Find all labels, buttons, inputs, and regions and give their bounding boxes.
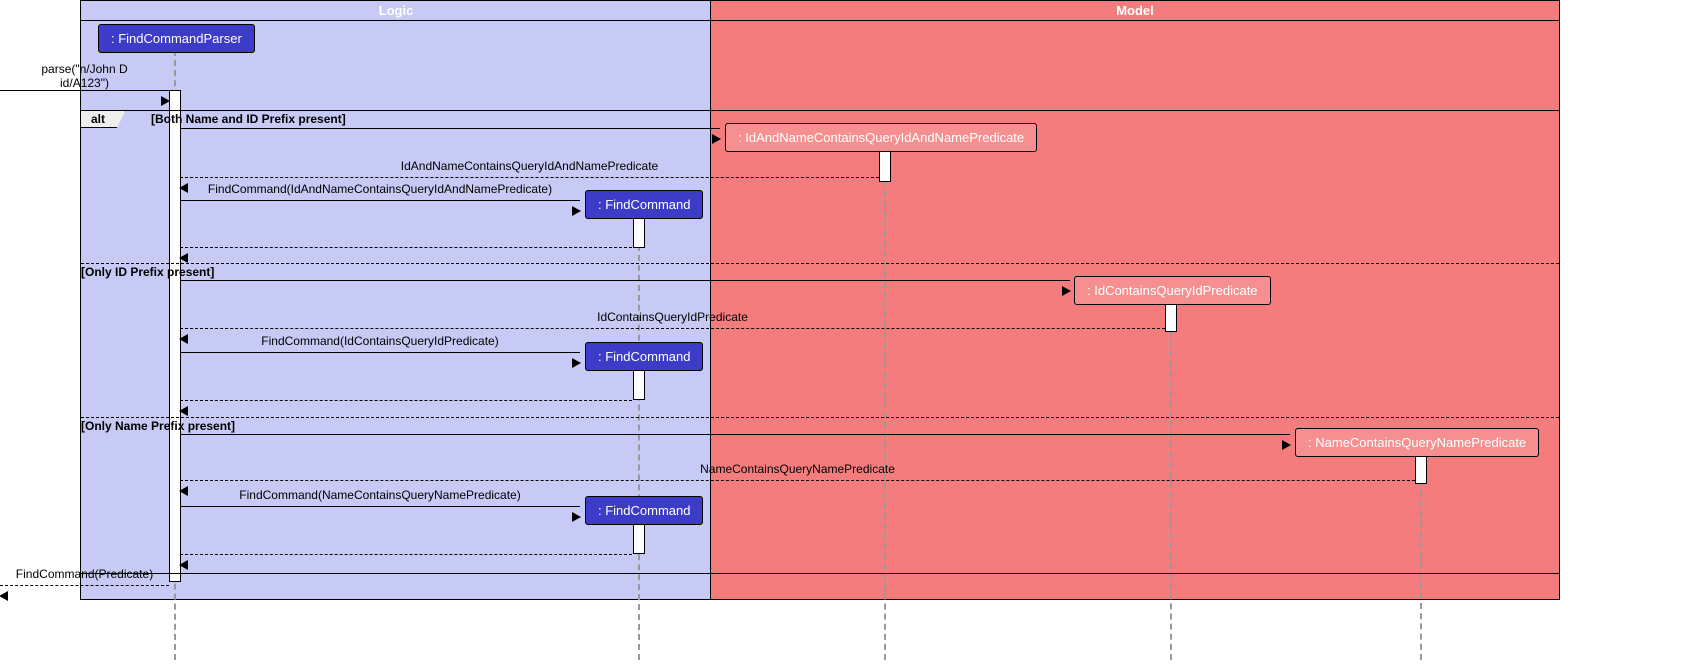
findcmd-activation-3 [633, 522, 645, 554]
alt-divider-1 [81, 263, 1559, 264]
alt-guard-1: [Both Name and ID Prefix present] [151, 112, 346, 126]
findcmd-participant-1: : FindCommand [585, 190, 703, 219]
msg-parse-in: parse("n/John D id/A123") [0, 80, 169, 81]
findcmd-activation-1 [633, 216, 645, 248]
name-pred-participant: : NameContainsQueryNamePredicate [1295, 428, 1539, 457]
msg-create-findcmd-3: FindCommand(NameContainsQueryNamePredica… [180, 496, 580, 497]
msg-create-findcmd-2: FindCommand(IdContainsQueryIdPredicate) [180, 342, 580, 343]
id-pred-activation [1165, 302, 1177, 332]
msg-create-idname-pred [180, 118, 720, 119]
msg-return-name-pred: NameContainsQueryNamePredicate [180, 470, 1415, 471]
alt-divider-2 [81, 417, 1559, 418]
alt-tab: alt [80, 110, 126, 128]
msg-return-id-pred: IdContainsQueryIdPredicate [180, 318, 1165, 319]
msg-create-id-pred [180, 270, 1070, 271]
msg-create-findcmd-1: FindCommand(IdAndNameContainsQueryIdAndN… [180, 190, 580, 191]
msg-create-findcmd-2-label: FindCommand(IdContainsQueryIdPredicate) [257, 334, 502, 348]
msg-create-name-pred [180, 424, 1290, 425]
id-pred-participant: : IdContainsQueryIdPredicate [1074, 276, 1271, 305]
logic-region-header: Logic [81, 1, 711, 21]
msg-return-idname-pred-label: IdAndNameContainsQueryIdAndNamePredicate [397, 159, 662, 173]
findcmd-activation-2 [633, 368, 645, 400]
findcmd-participant-3: : FindCommand [585, 496, 703, 525]
msg-return-findcmd-1 [180, 237, 632, 238]
msg-return-name-pred-label: NameContainsQueryNamePredicate [696, 462, 899, 476]
msg-return-idname-pred: IdAndNameContainsQueryIdAndNamePredicate [180, 167, 879, 168]
msg-return-findcmd-3 [180, 544, 632, 545]
idname-pred-participant: : IdAndNameContainsQueryIdAndNamePredica… [725, 123, 1037, 152]
alt-guard-2: [Only ID Prefix present] [81, 265, 214, 279]
msg-final-return-label: FindCommand(Predicate) [12, 567, 157, 581]
parser-participant: : FindCommandParser [98, 24, 255, 53]
findcmd-participant-2: : FindCommand [585, 342, 703, 371]
name-pred-activation [1415, 454, 1427, 484]
model-region-header: Model [711, 1, 1559, 21]
idname-pred-activation [879, 150, 891, 182]
msg-return-findcmd-2 [180, 390, 632, 391]
msg-parse-in-label: parse("n/John D id/A123") [37, 62, 131, 90]
msg-return-id-pred-label: IdContainsQueryIdPredicate [593, 310, 752, 324]
msg-create-findcmd-3-label: FindCommand(NameContainsQueryNamePredica… [235, 488, 524, 502]
alt-guard-3: [Only Name Prefix present] [81, 419, 235, 433]
msg-final-return: FindCommand(Predicate) [0, 575, 169, 576]
msg-create-findcmd-1-label: FindCommand(IdAndNameContainsQueryIdAndN… [204, 182, 556, 196]
